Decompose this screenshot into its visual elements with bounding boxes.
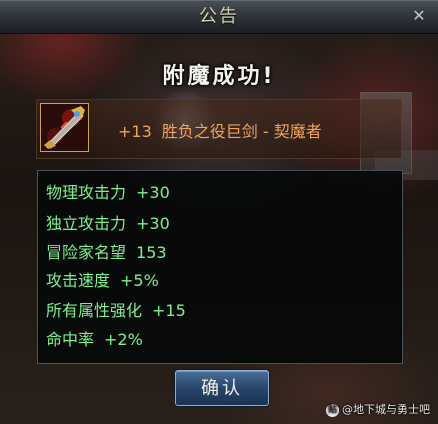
stat-label: 所有属性强化 (46, 301, 143, 320)
stat-line: 独立攻击力 +30 (46, 212, 170, 236)
stat-line: 所有属性强化 +15 (46, 299, 186, 323)
item-upgrade-level: +13 (118, 122, 152, 141)
stat-line: 攻击速度 +5% (46, 269, 159, 293)
dialog-title: 公告 (199, 6, 239, 27)
stat-label: 攻击速度 (46, 271, 111, 290)
stat-line: 命中率 +2% (46, 328, 143, 352)
watermark: 贴 @地下城与勇士吧 (326, 401, 430, 419)
stat-value: +15 (152, 301, 186, 320)
game-screen: 公告 ✕ 附魔成功! +13 胜负之役巨剑 - 契魔者 物理攻击力 +30 独立攻击… (0, 0, 438, 424)
watermark-text: @地下城与勇士吧 (342, 403, 430, 416)
stat-label: 独立攻击力 (46, 214, 127, 233)
stat-value: +5% (120, 271, 159, 290)
tieba-logo-icon: 贴 (326, 403, 339, 417)
stat-label: 冒险家名望 (46, 243, 127, 262)
stat-value: +2% (104, 330, 143, 349)
stat-value: 153 (136, 243, 167, 262)
stat-label: 物理攻击力 (46, 183, 127, 202)
stat-label: 命中率 (46, 330, 95, 349)
close-icon[interactable]: ✕ (410, 7, 428, 25)
item-title: 胜负之役巨剑 - 契魔者 (161, 122, 322, 141)
stat-line: 冒险家名望 153 (46, 241, 167, 265)
greatsword-icon[interactable] (40, 103, 89, 152)
enchant-success-heading: 附魔成功! (162, 64, 276, 89)
item-name: +13 胜负之役巨剑 - 契魔者 (118, 120, 322, 144)
dialog-title-bar: 公告 ✕ (0, 0, 438, 34)
stat-value: +30 (136, 183, 170, 202)
stat-line: 物理攻击力 +30 (46, 181, 170, 205)
confirm-button[interactable]: 确认 (175, 370, 269, 406)
stat-value: +30 (136, 214, 170, 233)
